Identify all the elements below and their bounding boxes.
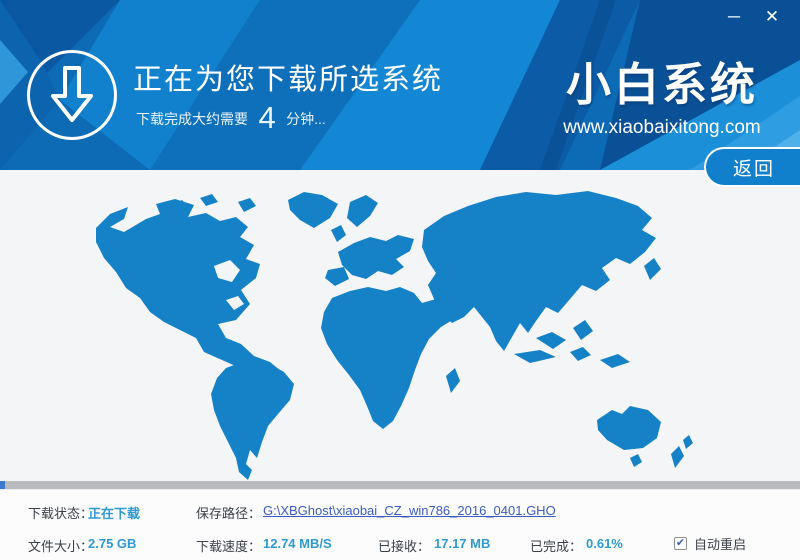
region-iberia (325, 267, 349, 286)
file-size-value: 2.75 GB (88, 536, 136, 551)
minimize-button[interactable]: ─ (720, 4, 748, 30)
eta-text: 下载完成大约需要 4 分钟... (136, 100, 326, 136)
file-size-label: 文件大小： (28, 536, 93, 555)
arctic-island (200, 194, 218, 206)
eta-prefix: 下载完成大约需要 (136, 111, 248, 127)
continent-europe (338, 235, 414, 279)
island-japan (644, 258, 661, 280)
speed-value: 12.74 MB/S (263, 536, 332, 551)
island-tasmania (630, 454, 642, 467)
island-sulawesi (570, 347, 591, 361)
completed-value: 0.61% (586, 536, 623, 551)
download-status-label: 下载状态： (28, 503, 93, 522)
region-britain (331, 225, 346, 242)
header: ─ ✕ 正在为您下载所选系统 下载完成大约需要 4 分钟... 小白系统 www… (0, 0, 800, 170)
island-borneo (536, 332, 566, 349)
brand-website: www.xiaobaixitong.com (556, 117, 768, 139)
region-scandinavia (347, 195, 378, 227)
world-map (0, 170, 800, 481)
download-circle-icon (27, 50, 117, 140)
progress-fill (0, 481, 5, 489)
received-value: 17.17 MB (434, 536, 490, 551)
save-path-link[interactable]: G:\XBGhost\xiaobai_CZ_win786_2016_0401.G… (263, 503, 556, 518)
island-new-zealand (671, 446, 684, 468)
island-philippines (573, 320, 593, 340)
eta-minutes: 4 (252, 100, 281, 135)
brand-block: 小白系统 www.xiaobaixitong.com (556, 48, 768, 139)
checkbox-check-icon: ✔ (674, 537, 687, 550)
app-window: ─ ✕ 正在为您下载所选系统 下载完成大约需要 4 分钟... 小白系统 www… (0, 0, 800, 560)
continent-asia (422, 191, 656, 351)
download-status-value: 正在下载 (88, 503, 140, 522)
island-sumatra-java (514, 350, 556, 363)
arctic-island (238, 198, 256, 212)
close-button[interactable]: ✕ (758, 4, 786, 30)
status-bar: 下载状态： 正在下载 保存路径： G:\XBGhost\xiaobai_CZ_w… (0, 489, 800, 560)
continent-south-america (211, 362, 294, 480)
back-button[interactable]: 返回 (704, 147, 800, 187)
continent-australia (597, 406, 661, 450)
island-new-zealand (683, 435, 693, 449)
island-madagascar (446, 368, 460, 393)
page-title: 正在为您下载所选系统 (133, 56, 443, 98)
auto-restart-label: 自动重启 (694, 534, 746, 553)
continent-africa (321, 287, 454, 429)
continent-north-america (96, 199, 282, 380)
received-label: 已接收： (378, 536, 430, 555)
island-new-guinea (600, 354, 630, 368)
download-arrow-icon (43, 64, 101, 126)
brand-logo: 小白系统 (556, 48, 768, 113)
speed-label: 下载速度： (196, 536, 261, 555)
completed-label: 已完成： (530, 536, 582, 555)
save-path-label: 保存路径： (196, 503, 261, 522)
map-area (0, 170, 800, 481)
eta-suffix: 分钟... (286, 111, 326, 127)
download-progress-bar (0, 481, 800, 489)
auto-restart-checkbox[interactable]: ✔ 自动重启 (674, 534, 746, 553)
